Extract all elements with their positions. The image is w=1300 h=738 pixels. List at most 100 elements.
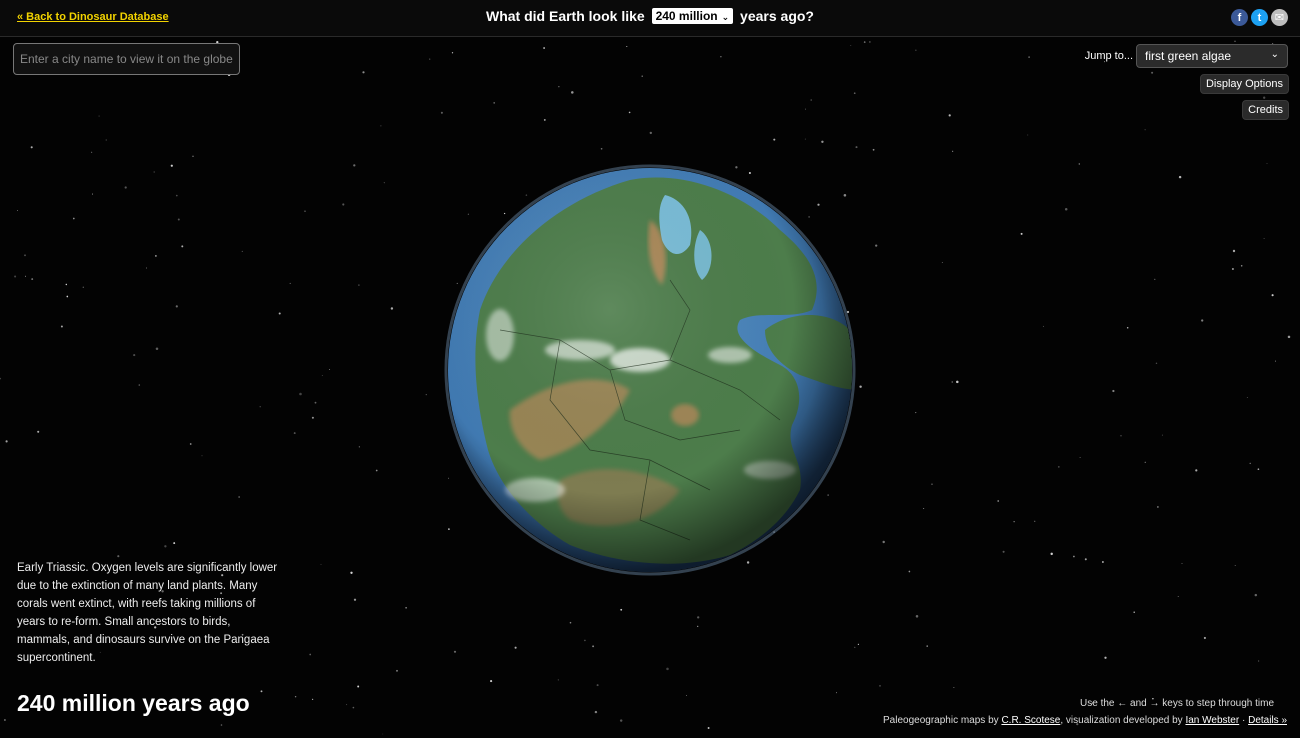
star xyxy=(91,193,94,195)
credits-footer: Paleogeographic maps by C.R. Scotese, vi… xyxy=(883,715,1287,726)
jump-to-select[interactable]: first green algae ⌄ xyxy=(1136,44,1288,68)
star xyxy=(146,267,147,269)
star xyxy=(1254,593,1258,597)
email-icon[interactable]: ✉ xyxy=(1271,9,1288,26)
star xyxy=(1181,562,1183,565)
star xyxy=(810,99,812,101)
star xyxy=(329,369,331,370)
star xyxy=(493,102,496,104)
star xyxy=(948,114,951,117)
star xyxy=(396,669,398,672)
star xyxy=(72,217,75,220)
star xyxy=(1232,249,1236,253)
star xyxy=(98,115,100,117)
star xyxy=(1161,434,1163,436)
star xyxy=(304,210,306,212)
star xyxy=(584,639,586,642)
star xyxy=(941,261,943,263)
star xyxy=(105,139,107,141)
star xyxy=(173,542,176,545)
star xyxy=(490,680,493,683)
star xyxy=(1050,552,1053,556)
credits-button[interactable]: Credits xyxy=(1242,100,1289,120)
star xyxy=(294,695,297,698)
star xyxy=(1231,267,1234,271)
star xyxy=(30,146,33,149)
star xyxy=(1101,561,1104,563)
star xyxy=(594,710,598,714)
star xyxy=(1157,506,1159,508)
star xyxy=(440,111,443,114)
star xyxy=(133,354,136,357)
star xyxy=(220,724,223,726)
star xyxy=(915,49,917,51)
star xyxy=(1203,636,1206,640)
star xyxy=(380,125,382,127)
star xyxy=(1079,457,1081,458)
star xyxy=(1042,325,1044,327)
star xyxy=(1234,40,1236,42)
year-select-value: 240 million xyxy=(655,9,718,23)
star xyxy=(543,118,546,121)
star xyxy=(1287,335,1291,339)
star xyxy=(358,446,360,448)
star xyxy=(238,496,240,498)
chevron-down-icon: ⌄ xyxy=(1270,49,1279,60)
star xyxy=(390,307,394,310)
star xyxy=(558,86,560,88)
star xyxy=(16,209,19,212)
star xyxy=(869,41,871,43)
display-options-button[interactable]: Display Options xyxy=(1199,74,1289,94)
facebook-icon[interactable]: f xyxy=(1231,9,1248,26)
details-link[interactable]: Details » xyxy=(1248,715,1287,726)
star xyxy=(1155,362,1158,365)
star xyxy=(1234,565,1236,566)
star xyxy=(514,646,517,649)
credits-middle: , visualization developed by xyxy=(1060,715,1183,726)
star xyxy=(1120,435,1122,437)
star xyxy=(997,500,1000,502)
star xyxy=(289,282,291,284)
star xyxy=(358,284,360,286)
star xyxy=(1144,461,1146,463)
star xyxy=(453,650,457,653)
star xyxy=(311,416,314,419)
star xyxy=(309,653,312,656)
star xyxy=(1057,466,1060,468)
star xyxy=(953,687,955,688)
back-to-database-link[interactable]: « Back to Dinosaur Database xyxy=(17,11,169,23)
star xyxy=(5,440,8,443)
paleo-globe[interactable] xyxy=(440,160,860,580)
star xyxy=(382,733,384,735)
star xyxy=(931,483,933,485)
star xyxy=(596,684,599,687)
scotese-link[interactable]: C.R. Scotese xyxy=(1001,715,1060,726)
star xyxy=(1073,555,1075,558)
star xyxy=(138,384,141,386)
star xyxy=(1133,611,1135,614)
star xyxy=(872,148,875,151)
star xyxy=(65,283,68,286)
era-description: Early Triassic. Oxygen levels are signif… xyxy=(17,562,278,664)
twitter-icon[interactable]: t xyxy=(1251,9,1268,26)
star xyxy=(170,164,173,167)
webster-link[interactable]: Ian Webster xyxy=(1185,715,1239,726)
star xyxy=(1266,162,1268,165)
star xyxy=(1257,660,1260,662)
star xyxy=(571,91,574,94)
star xyxy=(1201,319,1204,322)
star xyxy=(375,469,378,472)
star xyxy=(686,695,687,696)
star xyxy=(1020,232,1023,235)
star xyxy=(91,151,93,153)
top-bar: « Back to Dinosaur Database What did Ear… xyxy=(0,0,1300,37)
year-select[interactable]: 240 million ⌄ xyxy=(651,8,734,24)
app-frame: « Back to Dinosaur Database What did Ear… xyxy=(0,0,1300,738)
star xyxy=(82,286,84,288)
era-label: 240 million years ago xyxy=(17,690,250,716)
credits-separator: · xyxy=(1241,715,1246,726)
star xyxy=(1263,96,1266,99)
star xyxy=(293,432,296,435)
star xyxy=(908,570,911,573)
city-search-input[interactable] xyxy=(13,43,240,75)
